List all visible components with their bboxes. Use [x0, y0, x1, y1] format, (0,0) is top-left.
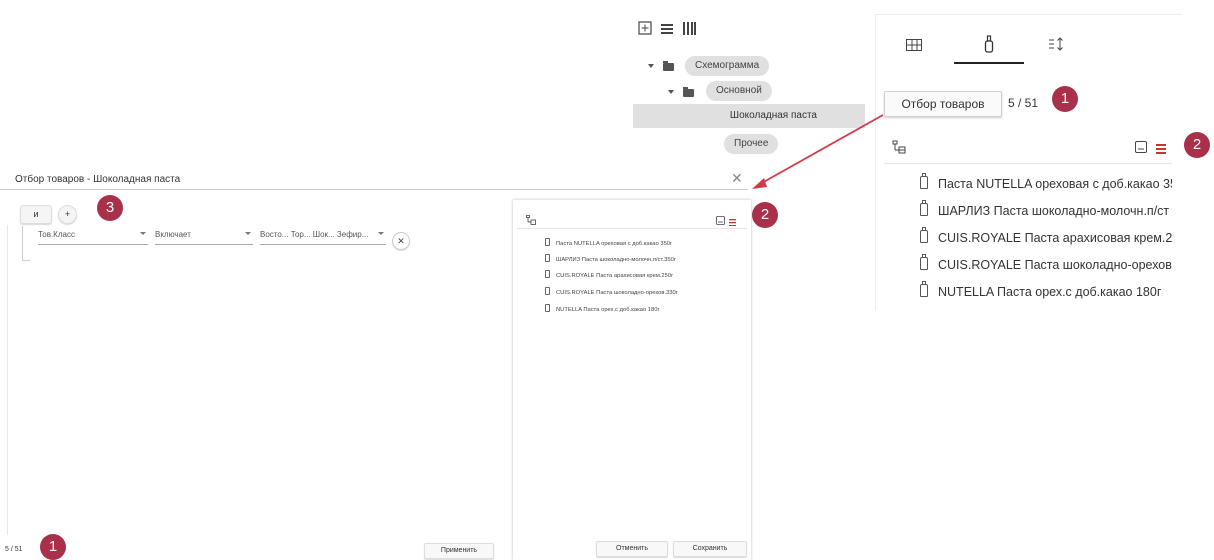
callout-badge-1: 1 [1052, 86, 1078, 112]
condition-group-line [22, 226, 23, 261]
apply-button[interactable]: Применить [424, 543, 494, 559]
select-products-button[interactable]: Отбор товаров [884, 91, 1002, 117]
callout-badge-1: 1 [40, 534, 66, 560]
field-select[interactable]: Тов.Класс [38, 230, 148, 245]
list-item[interactable]: Паста NUTELLA ореховая с доб.какао 350г [545, 238, 672, 247]
folder-open-icon [663, 61, 674, 71]
chevron-down-icon [245, 232, 251, 235]
add-condition-button[interactable]: + [58, 205, 77, 224]
image-view-icon[interactable] [1135, 140, 1147, 158]
bottle-icon [920, 254, 928, 270]
callout-badge-3: 3 [97, 195, 123, 221]
list-icon[interactable] [660, 22, 676, 38]
list-item[interactable]: NUTELLA Паста орех.с доб.какао 180г [920, 281, 1161, 299]
expand-arrow-icon[interactable] [668, 90, 674, 94]
list-item[interactable]: CUIS.ROYALE Паста арахисовая крем.250г [545, 270, 673, 279]
chevron-down-icon [378, 232, 384, 235]
tree-structure-icon[interactable] [892, 140, 906, 159]
grid-tab-icon[interactable] [906, 38, 922, 56]
bottle-icon [545, 270, 550, 278]
list-item[interactable]: ШАРЛИЗ Паста шоколадно-молочн.п/ст [920, 200, 1169, 218]
bottle-icon [545, 238, 550, 246]
bottle-tab-icon[interactable] [984, 35, 994, 58]
dialog-count: 5 / 51 [5, 546, 23, 553]
bottle-icon [920, 200, 928, 216]
expand-arrow-icon[interactable] [648, 64, 654, 68]
dialog-divider [0, 189, 748, 190]
list-item[interactable]: CUIS.ROYALE Паста шоколадно-орехов.3 [920, 254, 1182, 272]
active-tab-indicator [954, 62, 1024, 64]
folder-open-icon [683, 87, 694, 97]
list-item[interactable]: ШАРЛИЗ Паста шоколадно-молочн.п/ст.350г [545, 254, 676, 263]
products-count: 5 / 51 [1008, 96, 1039, 110]
callout-arrow [752, 114, 884, 189]
remove-condition-button[interactable]: ✕ [392, 232, 410, 250]
sort-tab-icon[interactable] [1048, 37, 1066, 56]
list-item[interactable]: CUIS.ROYALE Паста арахисовая крем.25 [920, 227, 1179, 245]
bottle-icon [920, 173, 928, 189]
dialog-title: Отбор товаров - Шоколадная паста [15, 174, 181, 185]
bottle-icon [920, 281, 928, 297]
save-button[interactable]: Сохранить [673, 541, 747, 557]
chevron-down-icon [140, 232, 146, 235]
operator-select[interactable]: Включает [155, 230, 253, 245]
and-button[interactable]: и [20, 205, 52, 224]
list-item[interactable]: Паста NUTELLA ореховая с доб.какао 35 [920, 173, 1177, 191]
bottle-icon [545, 304, 550, 312]
tree-item-schemogram[interactable]: Схемограмма [685, 56, 770, 76]
tree-item-main[interactable]: Основной [706, 81, 772, 101]
callout-badge-2: 2 [752, 202, 778, 228]
list-item[interactable]: CUIS.ROYALE Паста шоколадно-орехов.330г [545, 287, 678, 296]
bottle-icon [545, 254, 550, 262]
values-select[interactable]: Восто... Тор... Шок... Зефир... [260, 230, 386, 245]
bottle-icon [545, 287, 550, 295]
list-view-icon[interactable] [1156, 141, 1170, 159]
columns-icon[interactable] [682, 21, 698, 37]
bottle-icon [920, 227, 928, 243]
list-item[interactable]: NUTELLA Паста орех.с доб.какао 180г [545, 304, 660, 313]
cancel-button[interactable]: Отменить [596, 541, 668, 557]
callout-badge-2: 2 [1184, 132, 1210, 158]
plus-square-icon[interactable] [638, 21, 654, 37]
